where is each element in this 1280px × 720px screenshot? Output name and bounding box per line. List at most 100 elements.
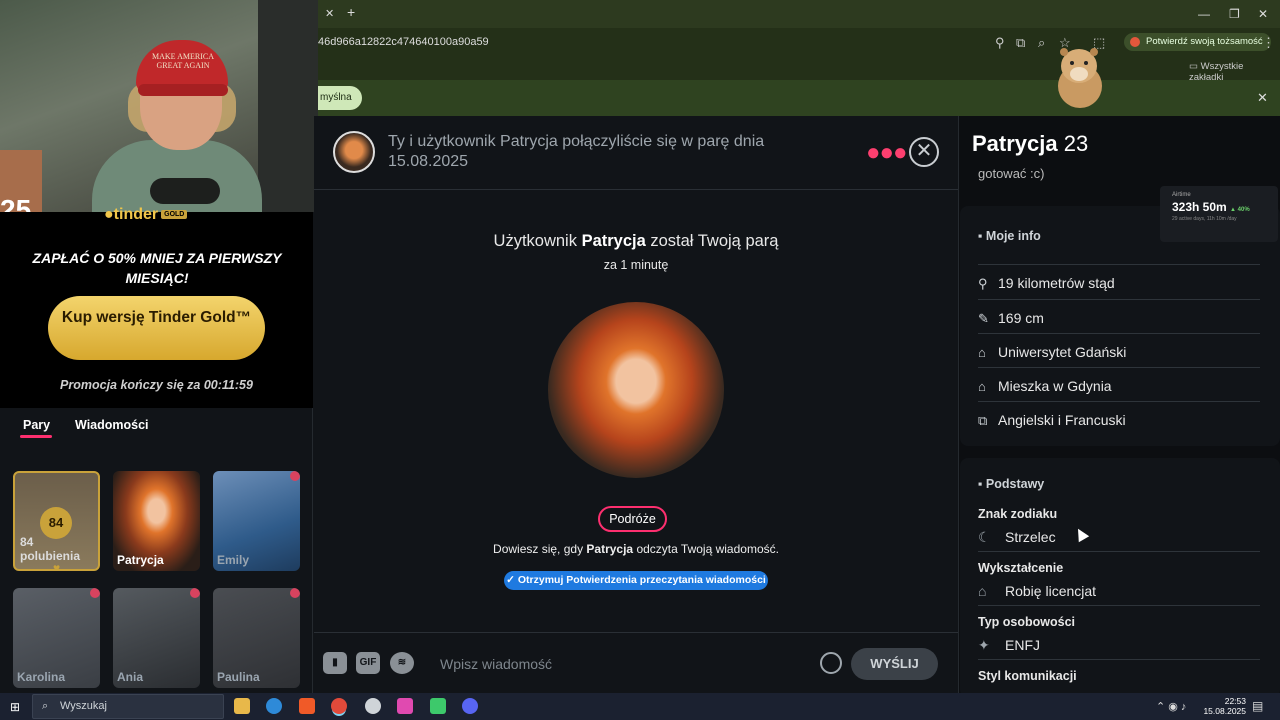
- matched-time: za 1 minutę: [603, 258, 669, 272]
- read-suffix: odczyta Twoją wiadomość.: [633, 542, 779, 556]
- window-close-button[interactable]: ✕: [1258, 7, 1268, 21]
- more-options-icon[interactable]: ●●●: [866, 141, 907, 165]
- match-card-ania[interactable]: Ania: [113, 588, 200, 688]
- language-icon: ⧉: [978, 413, 988, 428]
- tab-messages[interactable]: Wiadomości: [75, 418, 149, 432]
- graduation-cap-icon: ⌂: [978, 345, 986, 360]
- airtime-widget: Airtime 323h 50m ▲ 40% 29 active days, 1…: [1160, 186, 1278, 242]
- tag-icon: ▪: [978, 477, 986, 491]
- education-value-text: Robię licencjat: [1005, 583, 1097, 599]
- zodiac-value-text: Strzelec: [1005, 529, 1056, 545]
- edge-icon[interactable]: [266, 698, 282, 714]
- divider: [978, 551, 1260, 552]
- airtime-title: Airtime: [1172, 192, 1191, 198]
- emoji-icon[interactable]: [820, 652, 842, 674]
- divider: [978, 299, 1260, 300]
- airtime-value-row: 323h 50m ▲ 40%: [1172, 200, 1266, 214]
- info-pill[interactable]: myślna: [318, 86, 362, 110]
- browser-menu-icon[interactable]: ⋮: [1262, 35, 1275, 51]
- taskbar-search[interactable]: ⌕ Wyszukaj: [32, 694, 224, 719]
- info-title-text: Moje info: [985, 229, 1041, 243]
- info-distance: ⚲ 19 kilometrów stąd: [978, 275, 1115, 292]
- education-value: ⌂ Robię licencjat: [978, 583, 1096, 599]
- webcam-cap-text: MAKE AMERICA GREAT AGAIN: [151, 52, 214, 70]
- location-icon[interactable]: ⚲: [995, 35, 1005, 51]
- verify-identity-button[interactable]: Potwierdź swoją tożsamość: [1124, 33, 1271, 51]
- system-tray[interactable]: ⌃ ◉ ♪: [1156, 700, 1186, 713]
- match-avatar[interactable]: [333, 131, 375, 173]
- read-name: Patrycja: [586, 542, 634, 556]
- brave-icon[interactable]: [299, 698, 315, 714]
- notifications-icon[interactable]: ▤: [1252, 699, 1263, 713]
- unread-dot: [290, 471, 300, 481]
- zoom-icon[interactable]: ⌕: [1038, 35, 1045, 51]
- gold-badge: GOLD: [161, 210, 188, 220]
- unread-dot: [190, 588, 200, 598]
- profile-name-text: Patrycja: [972, 131, 1058, 156]
- buy-gold-button[interactable]: Kup wersję Tinder Gold™: [48, 296, 265, 360]
- clock-date: 15.08.2025: [1203, 706, 1246, 716]
- spotify-icon[interactable]: ≋: [390, 652, 414, 674]
- profile-name: Patrycja 23: [972, 131, 1088, 157]
- chat-header-title: Ty i użytkownik Patrycja połączyliście s…: [388, 133, 765, 170]
- clock[interactable]: 22:53 15.08.2025: [1200, 696, 1246, 716]
- clock-time: 22:53: [1224, 696, 1246, 706]
- airtime-sub: 29 active days, 11h 10m /day: [1172, 216, 1237, 222]
- sticker-icon[interactable]: ▮: [323, 652, 347, 674]
- unread-dot: [90, 588, 100, 598]
- infobar-close-icon[interactable]: ✕: [1257, 90, 1268, 106]
- close-chat-button[interactable]: ✕: [909, 137, 939, 167]
- personality-value-text: ENFJ: [1005, 637, 1040, 653]
- webcam-microphone: [150, 178, 220, 204]
- windows-start-icon[interactable]: ⊞: [10, 700, 20, 714]
- app-icon[interactable]: [397, 698, 413, 714]
- flame-icon: ●: [104, 206, 114, 223]
- url-text[interactable]: 46d966a12822c474640100a90a59: [318, 36, 489, 48]
- discord-icon[interactable]: [462, 698, 478, 714]
- divider: [978, 367, 1260, 368]
- pin-icon: ⚲: [978, 276, 988, 291]
- airtime-value: 323h 50m: [1172, 200, 1227, 214]
- install-icon[interactable]: ⧉: [1016, 35, 1025, 51]
- tab-matches[interactable]: Pary: [23, 418, 50, 432]
- app-icon[interactable]: [430, 698, 446, 714]
- maximize-button[interactable]: ❐: [1229, 7, 1240, 21]
- app-icon[interactable]: [365, 698, 381, 714]
- chrome-icon[interactable]: [331, 698, 347, 714]
- file-explorer-icon[interactable]: [234, 698, 250, 714]
- info-city: ⌂ Mieszka w Gdynia: [978, 378, 1112, 394]
- moon-icon: ☾: [978, 529, 991, 545]
- match-photo[interactable]: [548, 302, 724, 478]
- send-button[interactable]: WYŚLIJ: [851, 648, 938, 680]
- close-tab-icon[interactable]: ✕: [325, 7, 334, 20]
- match-card-emily[interactable]: Emily: [213, 471, 300, 571]
- minimize-button[interactable]: —: [1198, 7, 1210, 21]
- ruler-icon: ✎: [978, 311, 989, 326]
- matched-suffix: został Twoją parą: [645, 232, 779, 250]
- info-section-title: ▪ Moje info: [978, 229, 1041, 243]
- match-name: Emily: [217, 553, 250, 567]
- divider: [978, 659, 1260, 660]
- match-card-patrycja[interactable]: Patrycja: [113, 471, 200, 571]
- info-distance-text: 19 kilometrów stąd: [998, 275, 1115, 291]
- folder-icon: ▭: [1189, 61, 1201, 72]
- likes-card[interactable]: 84 84 polubienia ♥: [13, 471, 100, 571]
- unread-dot: [290, 588, 300, 598]
- personality-label: Typ osobowości: [978, 615, 1075, 629]
- verify-label: Potwierdź swoją tożsamość: [1146, 36, 1263, 47]
- info-height: ✎ 169 cm: [978, 310, 1044, 327]
- match-card-karolina[interactable]: Karolina: [13, 588, 100, 688]
- gif-button[interactable]: GIF: [356, 652, 380, 674]
- heart-icon: ♥: [53, 561, 61, 571]
- divider: [978, 401, 1260, 402]
- interest-chip: Podróże: [598, 506, 667, 532]
- likes-label: 84 polubienia: [20, 535, 80, 563]
- match-card-paulina[interactable]: Paulina: [213, 588, 300, 688]
- read-receipts-button[interactable]: ✓ Otrzymuj Potwierdzenia przeczytania wi…: [504, 571, 768, 590]
- bio-truncated: gotować :c): [978, 166, 1045, 181]
- info-languages: ⧉ Angielski i Francuski: [978, 412, 1126, 429]
- basics-section-title: ▪ Podstawy: [978, 477, 1044, 491]
- message-input[interactable]: Wpisz wiadomość: [440, 656, 552, 672]
- new-tab-button[interactable]: +: [347, 4, 355, 20]
- info-school: ⌂ Uniwersytet Gdański: [978, 344, 1126, 360]
